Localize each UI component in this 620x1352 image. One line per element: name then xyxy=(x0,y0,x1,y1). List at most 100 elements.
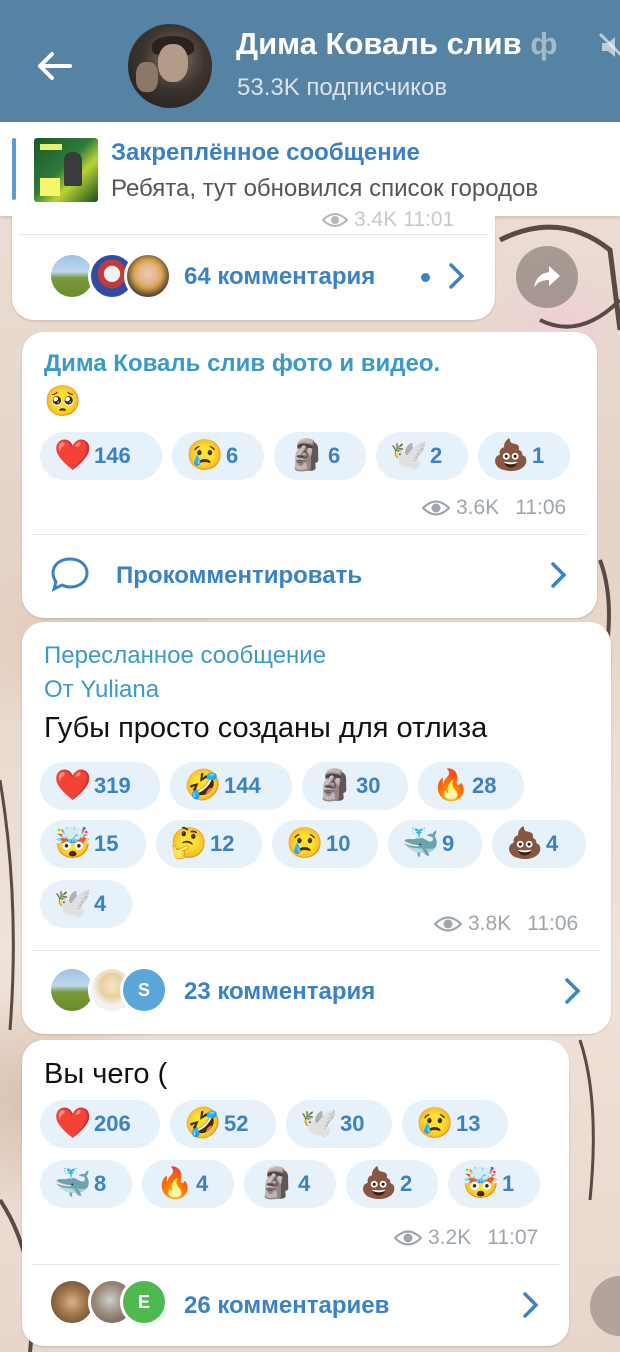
reaction-chip[interactable]: 💩 1 xyxy=(478,432,570,480)
reaction-count: 206 xyxy=(94,1111,131,1136)
reaction-emoji: ❤️ xyxy=(54,439,92,472)
reaction-emoji: 😢 xyxy=(416,1107,454,1140)
reaction-count: 146 xyxy=(94,443,131,468)
chevron-right-icon[interactable] xyxy=(446,261,468,291)
reaction-chip[interactable]: 🗿 30 xyxy=(302,762,408,810)
reaction-count: 8 xyxy=(94,1171,107,1196)
reaction-emoji: 🕊️ xyxy=(54,887,92,920)
reaction-chip[interactable]: 😢 10 xyxy=(272,820,378,868)
chevron-right-icon[interactable] xyxy=(562,976,584,1006)
reaction-chip[interactable]: 🤔 12 xyxy=(156,820,262,868)
reaction-count: 2 xyxy=(430,443,443,468)
arrow-left-icon xyxy=(38,52,72,80)
reaction-emoji: 🤯 xyxy=(54,827,92,860)
commenter-initial: S xyxy=(137,979,150,1000)
message-meta: 3.4K 11:01 xyxy=(322,208,454,232)
reaction-count: 2 xyxy=(400,1171,413,1196)
reaction-count: 1 xyxy=(532,443,545,468)
message-bubble: Вы чего ( ❤️ 206 🤣 52 🕊️ 30 😢 13 🐳 8 🔥 4 🗿 4 💩 2… xyxy=(22,1040,569,1346)
commenter-avatar: S xyxy=(120,966,168,1014)
reaction-chip[interactable]: 🕊️ 2 xyxy=(376,432,468,480)
message-time: 11:06 xyxy=(527,912,579,935)
comments-link[interactable]: 64 комментария xyxy=(184,263,375,291)
reaction-chip[interactable]: 🐳 9 xyxy=(388,820,482,868)
reaction-count: 144 xyxy=(224,773,261,798)
reaction-count: 30 xyxy=(340,1111,365,1136)
reaction-chip[interactable]: 🕊️ 4 xyxy=(40,880,132,928)
reaction-chip[interactable]: 💩 2 xyxy=(346,1160,438,1208)
reaction-emoji: 🐳 xyxy=(402,827,440,860)
reaction-emoji: 🗿 xyxy=(258,1167,296,1200)
reaction-chip[interactable]: 🔥 28 xyxy=(418,762,524,810)
channel-title[interactable]: Дима Коваль слив ф xyxy=(236,26,620,70)
reaction-chip[interactable]: 😢 13 xyxy=(402,1100,508,1148)
eye-icon xyxy=(434,916,462,932)
reaction-chip[interactable]: 🤯 1 xyxy=(448,1160,540,1208)
comment-button[interactable]: Прокомментировать xyxy=(116,562,362,590)
reaction-emoji: 🐳 xyxy=(54,1167,92,1200)
view-count: 3.6K xyxy=(456,496,500,519)
reaction-chip[interactable]: ❤️ 319 xyxy=(40,762,160,810)
view-count: 3.2K xyxy=(428,1226,472,1249)
view-count: 3.8K xyxy=(468,912,512,935)
message-meta: 3.8K 11:06 xyxy=(434,912,578,936)
message-author[interactable]: Дима Коваль слив фото и видео. xyxy=(44,350,440,378)
reaction-count: 6 xyxy=(226,443,239,468)
new-comments-dot xyxy=(421,273,430,282)
reaction-chip[interactable]: 🐳 8 xyxy=(40,1160,132,1208)
reaction-chip[interactable]: 🕊️ 30 xyxy=(286,1100,392,1148)
reaction-count: 4 xyxy=(546,831,559,856)
share-arrow-icon xyxy=(534,266,560,288)
message-time: 11:06 xyxy=(515,496,567,519)
reaction-count: 28 xyxy=(472,773,497,798)
reaction-chip[interactable]: 🗿 6 xyxy=(274,432,366,480)
reaction-chip[interactable]: ❤️ 206 xyxy=(40,1100,160,1148)
commenter-initial: E xyxy=(137,1291,150,1312)
message-bubble: Пересланное сообщение От Yuliana Губы пр… xyxy=(22,622,611,1034)
reaction-emoji: 💩 xyxy=(360,1167,398,1200)
reaction-emoji: 🤣 xyxy=(184,1107,222,1140)
reaction-chip[interactable]: 💩 4 xyxy=(492,820,586,868)
reaction-count: 12 xyxy=(210,831,235,856)
reaction-count: 13 xyxy=(456,1111,481,1136)
chevron-right-icon[interactable] xyxy=(520,1290,542,1320)
reaction-count: 52 xyxy=(224,1111,249,1136)
channel-title-tail: ф xyxy=(530,26,558,61)
reaction-emoji: 🔥 xyxy=(432,769,470,802)
reaction-chip[interactable]: ❤️ 146 xyxy=(40,432,162,480)
reaction-chip[interactable]: 🗿 4 xyxy=(244,1160,336,1208)
reaction-chip[interactable]: 😢 6 xyxy=(172,432,264,480)
back-button[interactable] xyxy=(24,36,84,96)
comments-link[interactable]: 26 комментариев xyxy=(184,1292,389,1320)
reaction-chip[interactable]: 🤣 144 xyxy=(170,762,292,810)
forwarded-label: Пересланное сообщение xyxy=(44,642,327,669)
reaction-count: 30 xyxy=(356,773,381,798)
comments-link[interactable]: 23 комментария xyxy=(184,978,375,1006)
reaction-chip[interactable]: 🤣 52 xyxy=(170,1100,276,1148)
channel-avatar[interactable] xyxy=(128,24,212,108)
reaction-count: 9 xyxy=(442,831,455,856)
reaction-count: 4 xyxy=(94,891,107,916)
reaction-emoji: ❤️ xyxy=(54,1107,92,1140)
pinned-thumbnail xyxy=(34,138,98,202)
message-text: 🥺 xyxy=(44,385,82,418)
view-count: 3.4K xyxy=(354,208,398,231)
divider xyxy=(32,534,587,535)
message-text: Вы чего ( xyxy=(44,1058,168,1090)
reaction-emoji: ❤️ xyxy=(54,769,92,802)
reaction-count: 6 xyxy=(328,443,341,468)
share-button[interactable] xyxy=(516,246,578,308)
forwarded-from[interactable]: От Yuliana xyxy=(44,676,159,704)
reaction-chip[interactable]: 🔥 4 xyxy=(142,1160,234,1208)
chevron-right-icon[interactable] xyxy=(548,560,570,590)
reaction-emoji: 🤣 xyxy=(184,769,222,802)
reaction-count: 4 xyxy=(196,1171,209,1196)
reaction-emoji: 🤯 xyxy=(462,1167,500,1200)
message-time: 11:07 xyxy=(487,1226,539,1249)
reaction-chip[interactable]: 🤯 15 xyxy=(40,820,146,868)
reaction-emoji: 🗿 xyxy=(316,769,354,802)
eye-icon xyxy=(394,1230,422,1246)
commenter-avatar: E xyxy=(120,1278,168,1326)
pinned-indicator xyxy=(12,138,16,200)
muted-speaker-icon xyxy=(598,32,620,57)
